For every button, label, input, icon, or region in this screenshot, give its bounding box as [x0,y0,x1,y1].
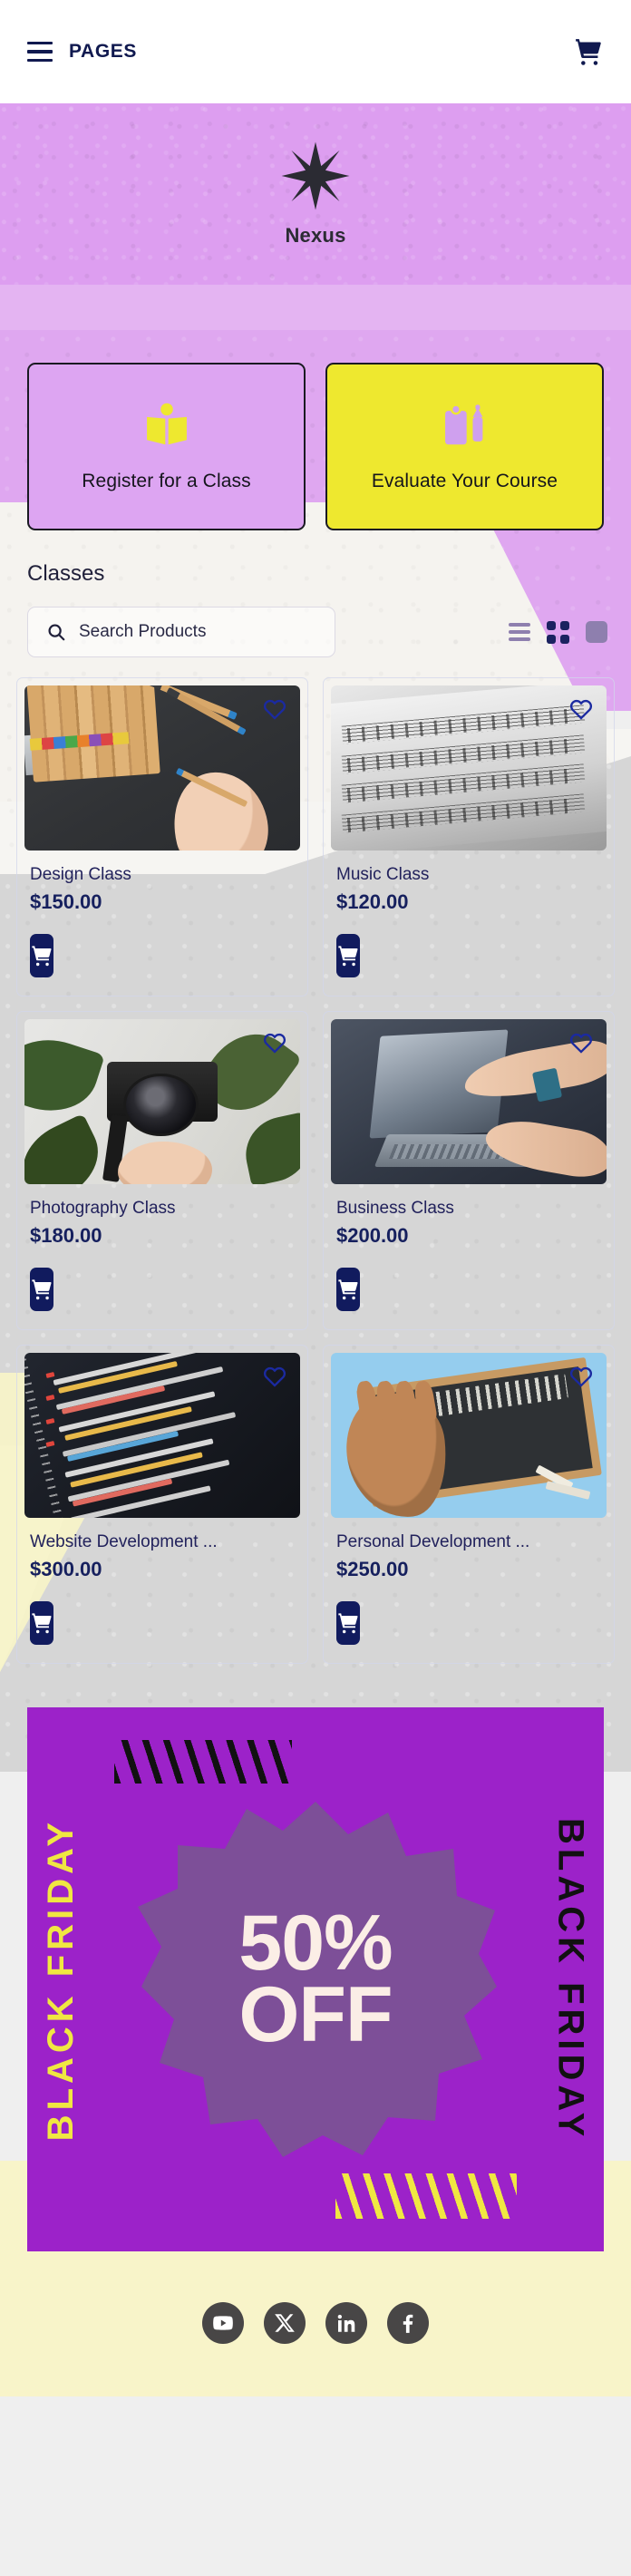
list-view-button[interactable] [509,623,530,641]
heart-outline-icon[interactable] [262,1030,287,1055]
diagonal-stripes-black [114,1740,292,1784]
product-image [331,685,607,851]
evaluate-course-card[interactable]: Evaluate Your Course [325,363,604,530]
shopping-cart-icon [338,1613,358,1634]
product-name: Website Development ... [30,1532,218,1551]
shopping-cart-icon[interactable] [573,36,604,67]
diagonal-stripes-yellow [335,2173,517,2219]
product-card[interactable]: Photography Class $180.00 [16,1011,308,1330]
clipboard-pen-icon [441,402,490,451]
product-card[interactable]: Design Class $150.00 [16,677,308,996]
hero-lower-band [0,285,631,330]
heart-outline-icon[interactable] [568,1364,594,1389]
product-name: Personal Development ... [336,1532,530,1551]
product-price: $150.00 [30,890,102,913]
shopping-cart-icon [338,946,358,967]
facebook-icon[interactable] [387,2302,429,2344]
heart-outline-icon[interactable] [262,696,287,722]
product-image [24,1353,300,1518]
hero-banner: Nexus [0,103,631,285]
product-name: Business Class [336,1199,454,1218]
product-name: Music Class [336,865,430,884]
promo-discount-line2: OFF [238,1971,393,2058]
section-title: Classes [27,561,105,586]
add-to-cart-button[interactable] [336,934,360,977]
product-price: $120.00 [336,890,409,913]
product-price: $200.00 [336,1224,409,1247]
linkedin-icon[interactable] [325,2302,367,2344]
product-price: $250.00 [336,1558,409,1580]
product-card[interactable]: Business Class $200.00 [323,1011,615,1330]
product-price: $300.00 [30,1558,102,1580]
hamburger-icon[interactable] [27,41,53,63]
search-placeholder: Search Products [79,622,207,641]
product-grid: Design Class $150.00 Music Class $120.00… [0,657,631,1664]
product-image [24,1019,300,1184]
add-to-cart-button[interactable] [336,1601,360,1645]
quick-action-label: Register for a Class [82,470,251,491]
heart-outline-icon[interactable] [568,696,594,722]
search-input[interactable]: Search Products [27,607,335,657]
toolbar: Search Products [0,587,631,657]
heart-outline-icon[interactable] [568,1030,594,1055]
eight-point-star-icon [280,141,351,211]
add-to-cart-button[interactable] [30,1268,53,1311]
x-twitter-icon[interactable] [264,2302,306,2344]
youtube-icon[interactable] [202,2302,244,2344]
quick-action-label: Evaluate Your Course [371,470,558,491]
shopping-cart-icon [338,1279,358,1300]
menu-label: PAGES [69,41,137,62]
app-header: PAGES [0,0,631,103]
add-to-cart-button[interactable] [30,1601,53,1645]
single-view-button[interactable] [586,621,607,643]
promo-discount-text: 50% OFF [27,1904,604,2058]
product-price: $180.00 [30,1224,102,1247]
product-name: Photography Class [30,1199,176,1218]
main-content: Register for a Class Evaluate Your Cours… [0,330,631,2396]
shopping-cart-icon [32,946,52,967]
product-image [24,685,300,851]
product-name: Design Class [30,865,131,884]
product-card[interactable]: Personal Development ... $250.00 [323,1345,615,1664]
product-card[interactable]: Music Class $120.00 [323,677,615,996]
magnifier-icon [46,622,66,642]
shopping-cart-icon [32,1613,52,1634]
footer [0,2251,631,2396]
quick-actions: Register for a Class Evaluate Your Cours… [0,330,631,530]
product-image [331,1019,607,1184]
menu-button[interactable]: PAGES [27,41,137,63]
black-friday-banner[interactable]: BLACK FRIDAY BLACK FRIDAY 50% OFF [27,1707,604,2251]
product-card[interactable]: Website Development ... $300.00 [16,1345,308,1664]
shopping-cart-icon [32,1279,52,1300]
open-book-icon [142,402,191,451]
grid-view-button[interactable] [547,620,569,644]
add-to-cart-button[interactable] [30,934,53,977]
heart-outline-icon[interactable] [262,1364,287,1389]
brand-name: Nexus [285,224,346,247]
product-image [331,1353,607,1518]
view-toggle-group [509,620,607,644]
register-for-class-card[interactable]: Register for a Class [27,363,306,530]
add-to-cart-button[interactable] [336,1268,360,1311]
promo-banner-wrapper: BLACK FRIDAY BLACK FRIDAY 50% OFF [0,1664,631,2251]
